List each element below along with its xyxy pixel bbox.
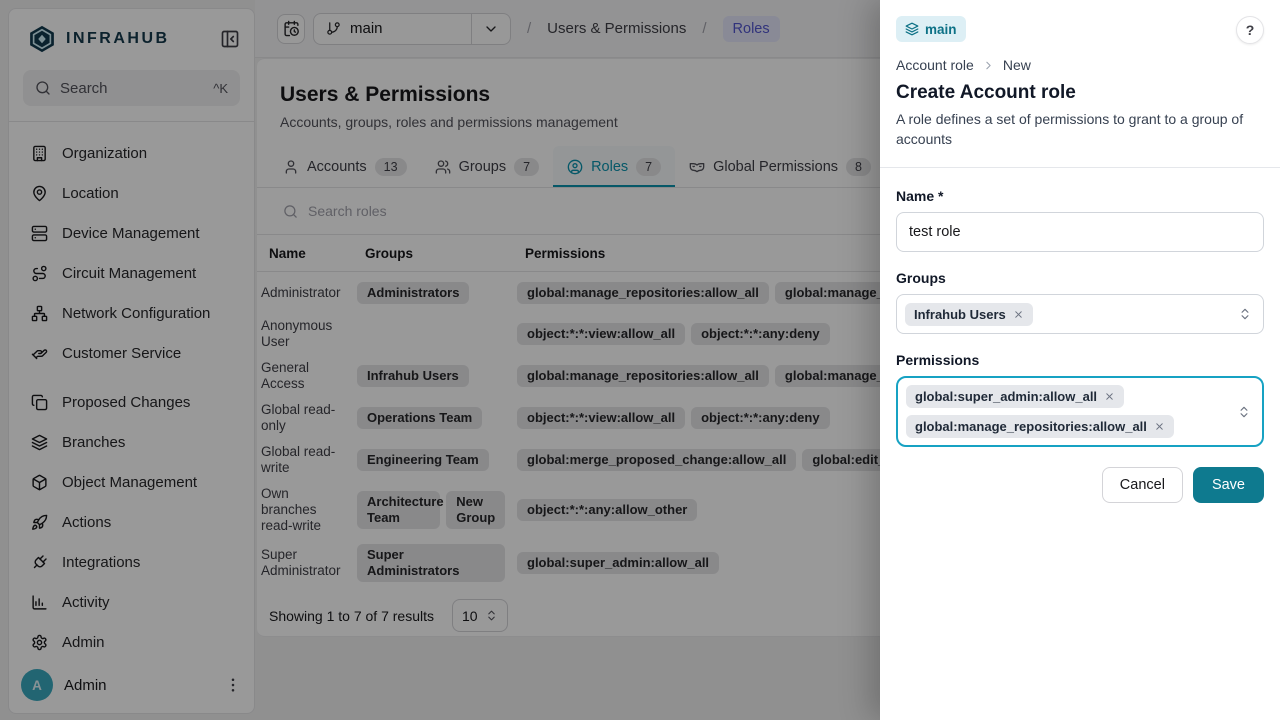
chevrons-up-down-icon xyxy=(1238,307,1252,321)
drawer-breadcrumb-new: New xyxy=(1003,57,1031,73)
branch-badge-label: main xyxy=(925,22,957,37)
chevrons-up-down-icon xyxy=(1237,405,1251,419)
drawer-actions: Cancel Save xyxy=(896,467,1264,503)
drawer-breadcrumb-object[interactable]: Account role xyxy=(896,57,974,73)
group-chip: Infrahub Users xyxy=(905,303,1033,326)
permissions-label: Permissions xyxy=(896,352,1264,368)
chevron-right-icon xyxy=(982,59,995,72)
remove-chip-icon[interactable] xyxy=(1013,309,1024,320)
drawer-title: Create Account role xyxy=(896,82,1264,104)
drawer-form: Name * Groups Infrahub Users Permissions… xyxy=(880,168,1280,523)
permission-chip: global:super_admin:allow_all xyxy=(906,385,1124,408)
groups-label: Groups xyxy=(896,270,1264,286)
branch-badge: main xyxy=(896,16,966,42)
save-button[interactable]: Save xyxy=(1193,467,1264,503)
drawer-header: main ? Account role New Create Account r… xyxy=(880,0,1280,168)
create-role-drawer: main ? Account role New Create Account r… xyxy=(880,0,1280,720)
drawer-breadcrumb: Account role New xyxy=(896,57,1264,73)
permissions-select[interactable]: global:super_admin:allow_all global:manag… xyxy=(896,376,1264,447)
name-label: Name * xyxy=(896,188,1264,204)
permission-chip-label: global:super_admin:allow_all xyxy=(915,389,1097,404)
layers-icon xyxy=(905,22,919,36)
groups-select[interactable]: Infrahub Users xyxy=(896,294,1264,334)
help-button[interactable]: ? xyxy=(1236,16,1264,44)
remove-chip-icon[interactable] xyxy=(1154,421,1165,432)
remove-chip-icon[interactable] xyxy=(1104,391,1115,402)
group-chip-label: Infrahub Users xyxy=(914,307,1006,322)
name-field[interactable] xyxy=(896,212,1264,252)
cancel-button[interactable]: Cancel xyxy=(1102,467,1183,503)
permission-chip-label: global:manage_repositories:allow_all xyxy=(915,419,1147,434)
drawer-description: A role defines a set of permissions to g… xyxy=(896,109,1264,149)
permission-chip: global:manage_repositories:allow_all xyxy=(906,415,1174,438)
